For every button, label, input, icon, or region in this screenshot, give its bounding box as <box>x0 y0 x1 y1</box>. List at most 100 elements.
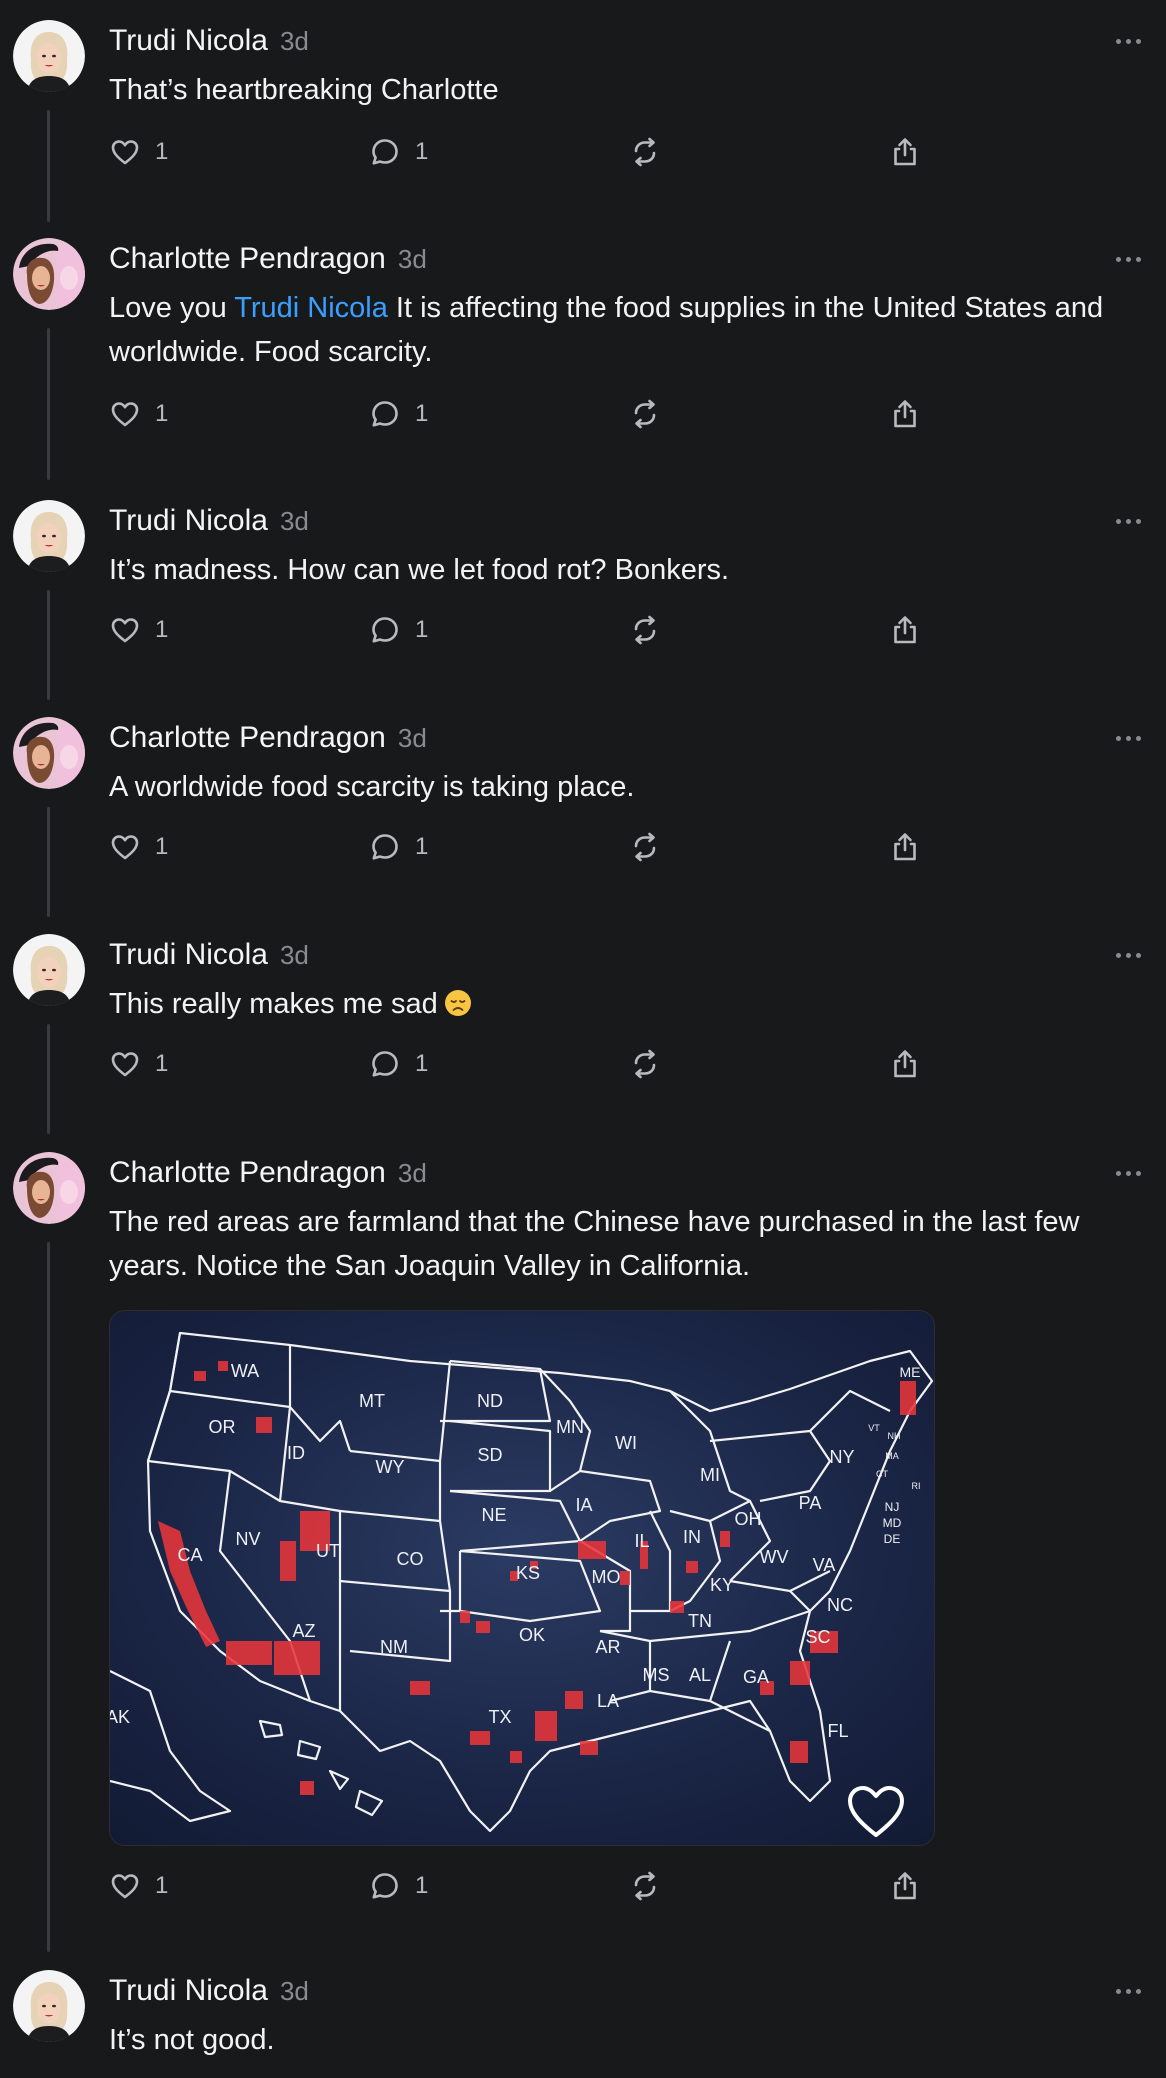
avatar[interactable] <box>13 934 85 1006</box>
thread-line <box>47 807 50 917</box>
comment-icon <box>369 136 401 168</box>
svg-text:OK: OK <box>519 1625 545 1645</box>
heart-icon <box>109 614 141 646</box>
author-name[interactable]: Trudi Nicola <box>109 24 268 57</box>
author-name[interactable]: Charlotte Pendragon <box>109 1156 386 1189</box>
post-image[interactable]: WA OR ID MT WY ND SD NE MN WI MI IA IL IN OH PA NY C… <box>109 1310 935 1846</box>
more-options-icon[interactable] <box>1116 1166 1146 1180</box>
author-row: Charlotte Pendragon 3d <box>109 1156 427 1190</box>
more-options-icon[interactable] <box>1116 731 1146 745</box>
share-button[interactable] <box>889 1046 921 1082</box>
share-button[interactable] <box>889 396 921 432</box>
reply-button[interactable]: 1 <box>369 829 428 865</box>
share-icon <box>889 1048 921 1080</box>
svg-text:AR: AR <box>595 1637 620 1657</box>
like-count: 1 <box>155 616 169 643</box>
svg-text:MT: MT <box>359 1391 385 1411</box>
post-time: 3d <box>279 506 309 536</box>
heart-icon <box>109 831 141 863</box>
repost-button[interactable] <box>629 1046 661 1082</box>
share-button[interactable] <box>889 612 921 648</box>
like-button[interactable]: 1 <box>109 396 168 432</box>
svg-text:ND: ND <box>477 1391 503 1411</box>
avatar[interactable] <box>13 717 85 789</box>
svg-text:MO: MO <box>592 1567 621 1587</box>
svg-text:CA: CA <box>177 1545 202 1565</box>
like-count: 1 <box>155 1872 169 1899</box>
svg-text:OH: OH <box>735 1509 762 1529</box>
more-options-icon[interactable] <box>1116 252 1146 266</box>
like-button[interactable]: 1 <box>109 134 168 170</box>
post-text: A worldwide food scarcity is taking plac… <box>109 771 635 803</box>
author-name[interactable]: Charlotte Pendragon <box>109 242 386 275</box>
post-text: Love you Trudi Nicola It is affecting th… <box>109 286 1149 374</box>
like-button[interactable]: 1 <box>109 829 168 865</box>
svg-text:AK: AK <box>110 1707 130 1727</box>
svg-text:GA: GA <box>743 1667 769 1687</box>
repost-button[interactable] <box>629 1868 661 1904</box>
post-time: 3d <box>279 940 309 970</box>
svg-text:SC: SC <box>805 1627 830 1647</box>
share-icon <box>889 1870 921 1902</box>
svg-text:TN: TN <box>688 1611 712 1631</box>
repost-icon <box>629 614 661 646</box>
mention-link[interactable]: Trudi Nicola <box>234 292 388 324</box>
author-row: Trudi Nicola 3d <box>109 1974 309 2008</box>
author-name[interactable]: Trudi Nicola <box>109 504 268 537</box>
post-time: 3d <box>397 723 427 753</box>
author-name[interactable]: Trudi Nicola <box>109 1974 268 2007</box>
reply-count: 1 <box>415 1050 429 1077</box>
svg-text:NY: NY <box>829 1447 854 1467</box>
repost-icon <box>629 1048 661 1080</box>
heart-icon <box>109 1048 141 1080</box>
author-name[interactable]: Trudi Nicola <box>109 938 268 971</box>
charlotte-avatar-image <box>13 238 85 310</box>
repost-button[interactable] <box>629 612 661 648</box>
more-options-icon[interactable] <box>1116 34 1146 48</box>
avatar[interactable] <box>13 500 85 572</box>
author-name[interactable]: Charlotte Pendragon <box>109 721 386 754</box>
reply-button[interactable]: 1 <box>369 134 428 170</box>
more-options-icon[interactable] <box>1116 514 1146 528</box>
svg-text:AZ: AZ <box>292 1621 315 1641</box>
share-button[interactable] <box>889 829 921 865</box>
like-button[interactable]: 1 <box>109 1868 168 1904</box>
share-button[interactable] <box>889 1868 921 1904</box>
reply-button[interactable]: 1 <box>369 1868 428 1904</box>
heart-icon <box>109 1870 141 1902</box>
like-button[interactable]: 1 <box>109 612 168 648</box>
avatar[interactable] <box>13 1152 85 1224</box>
disappointed-face-emoji <box>444 990 471 1016</box>
thread-line <box>47 328 50 480</box>
avatar[interactable] <box>13 238 85 310</box>
svg-text:NV: NV <box>235 1529 260 1549</box>
more-options-icon[interactable] <box>1116 948 1146 962</box>
like-button[interactable]: 1 <box>109 1046 168 1082</box>
repost-button[interactable] <box>629 396 661 432</box>
svg-text:MA: MA <box>885 1451 899 1461</box>
share-icon <box>889 614 921 646</box>
repost-button[interactable] <box>629 829 661 865</box>
trudi-avatar-image <box>13 1970 85 2042</box>
more-options-icon[interactable] <box>1116 1984 1146 1998</box>
svg-text:AL: AL <box>689 1665 711 1685</box>
repost-icon <box>629 398 661 430</box>
reply-button[interactable]: 1 <box>369 612 428 648</box>
repost-button[interactable] <box>629 134 661 170</box>
svg-text:IL: IL <box>634 1531 649 1551</box>
author-row: Trudi Nicola 3d <box>109 504 309 538</box>
like-count: 1 <box>155 833 169 860</box>
comment-icon <box>369 1048 401 1080</box>
repost-icon <box>629 1870 661 1902</box>
share-button[interactable] <box>889 134 921 170</box>
reply-button[interactable]: 1 <box>369 396 428 432</box>
svg-text:WI: WI <box>615 1433 637 1453</box>
svg-text:NM: NM <box>380 1637 408 1657</box>
us-farmland-map-image: WA OR ID MT WY ND SD NE MN WI MI IA IL IN OH PA NY C… <box>110 1311 934 1845</box>
svg-text:ID: ID <box>287 1443 305 1463</box>
avatar[interactable] <box>13 1970 85 2042</box>
avatar[interactable] <box>13 20 85 92</box>
svg-text:SD: SD <box>477 1445 502 1465</box>
reply-button[interactable]: 1 <box>369 1046 428 1082</box>
repost-icon <box>629 136 661 168</box>
